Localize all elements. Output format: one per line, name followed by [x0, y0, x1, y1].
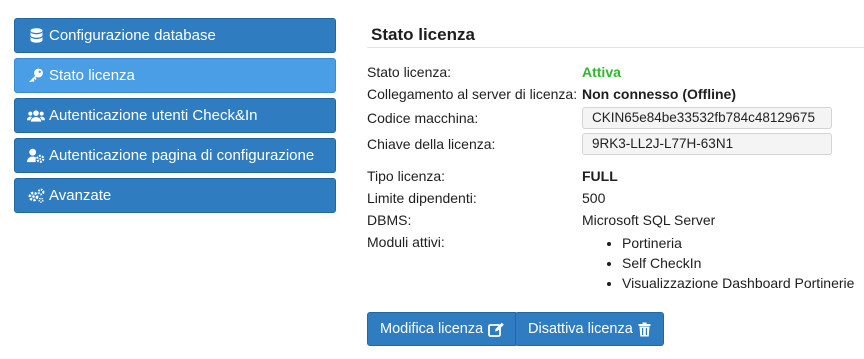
- dbms-value: Microsoft SQL Server: [582, 212, 716, 228]
- dbms-label: DBMS:: [367, 212, 412, 228]
- list-item: Visualizzazione Dashboard Portinerie: [622, 273, 854, 293]
- active-modules-list: Portineria Self CheckIn Visualizzazione …: [582, 233, 854, 293]
- list-item: Self CheckIn: [622, 253, 854, 273]
- license-type-label: Tipo licenza:: [367, 168, 446, 184]
- sidebar-item-label: Stato licenza: [49, 67, 135, 84]
- sidebar-item-user-authentication[interactable]: Autenticazione utenti Check&In: [14, 98, 336, 133]
- license-server-label: Collegamento al server di licenza:: [367, 86, 578, 102]
- license-status-label: Stato licenza:: [367, 64, 452, 80]
- edit-icon: [488, 322, 504, 337]
- sidebar-item-config-page-authentication[interactable]: Autenticazione pagina di configurazione: [14, 138, 336, 173]
- sidebar-item-label: Configurazione database: [49, 27, 216, 44]
- modules-label: Moduli attivi:: [367, 234, 445, 250]
- edit-license-button[interactable]: Modifica licenza: [367, 312, 519, 346]
- sidebar-item-label: Autenticazione pagina di configurazione: [49, 147, 315, 164]
- deactivate-license-label: Disattiva licenza: [528, 321, 633, 337]
- employee-limit-label: Limite dipendenti:: [367, 190, 477, 206]
- sidebar-item-label: Autenticazione utenti Check&In: [49, 107, 258, 124]
- page-title: Stato licenza: [371, 25, 475, 44]
- sidebar-item-advanced[interactable]: Avanzate: [14, 178, 336, 213]
- settings-sidebar: Configurazione database Stato licenza Au…: [14, 18, 336, 218]
- employee-limit-value: 500: [582, 190, 606, 206]
- machine-code-field[interactable]: CKIN65e84be33532fb784c48129675: [582, 107, 832, 129]
- users-icon: [27, 108, 45, 124]
- title-divider: [367, 47, 864, 48]
- user-gear-icon: [27, 148, 45, 164]
- license-key-field[interactable]: 9RK3-LL2J-L77H-63N1: [582, 133, 832, 155]
- license-status-value: Attiva: [582, 64, 621, 80]
- sidebar-item-license-status[interactable]: Stato licenza: [14, 58, 336, 93]
- edit-license-label: Modifica licenza: [380, 321, 484, 337]
- database-icon: [27, 28, 45, 44]
- sidebar-item-label: Avanzate: [49, 187, 112, 204]
- sidebar-item-database[interactable]: Configurazione database: [14, 18, 336, 53]
- license-key-label: Chiave della licenza:: [367, 136, 496, 152]
- trash-icon: [638, 322, 651, 336]
- key-icon: [27, 68, 45, 84]
- license-server-value: Non connesso (Offline): [582, 86, 736, 102]
- machine-code-label: Codice macchina:: [367, 110, 479, 126]
- deactivate-license-button[interactable]: Disattiva licenza: [515, 312, 664, 346]
- license-type-value: FULL: [582, 168, 618, 184]
- list-item: Portineria: [622, 233, 854, 253]
- gears-icon: [27, 188, 45, 204]
